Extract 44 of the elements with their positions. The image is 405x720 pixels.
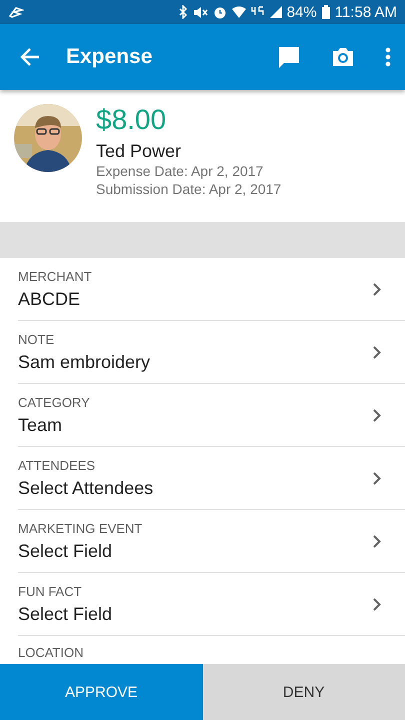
chevron-right-icon [373, 282, 381, 296]
field-row[interactable]: CATEGORY Team [18, 384, 405, 447]
camera-button[interactable] [331, 46, 355, 68]
deny-button[interactable]: DENY [202, 664, 405, 720]
bluetooth-icon [178, 5, 188, 19]
chevron-right-icon [373, 346, 381, 358]
chevron-right-icon [373, 598, 381, 610]
field-value: Select Field [18, 604, 114, 624]
field-value: Select Attendees [18, 478, 154, 498]
screen-title: Expense [66, 45, 154, 69]
submitter-name: Ted Power [96, 141, 182, 162]
field-row[interactable]: FUN FACT Select Field [18, 573, 405, 636]
back-button[interactable] [20, 48, 40, 66]
comment-button[interactable] [277, 45, 301, 69]
field-row[interactable]: MARKETING EVENT Select Field [18, 510, 405, 573]
expense-date: Expense Date: Apr 2, 2017 [96, 162, 264, 180]
field-row[interactable]: ATTENDEES Select Attendees [18, 447, 405, 510]
field-label: NOTE [18, 332, 56, 346]
wifi-icon [232, 6, 246, 18]
field-label: MARKETING EVENT [18, 520, 144, 536]
approve-button[interactable]: APPROVE [0, 664, 202, 720]
chevron-right-icon [373, 534, 381, 548]
field-label: CATEGORY [18, 394, 91, 410]
field-value: Select Field [18, 540, 114, 562]
field-label: FUN FACT [18, 584, 83, 598]
signal-icon [270, 6, 282, 18]
field-row[interactable]: MERCHANT ABCDE [18, 258, 405, 321]
battery-icon [322, 5, 330, 19]
submission-date: Submission Date: Apr 2, 2017 [96, 180, 282, 198]
chevron-right-icon [373, 408, 381, 422]
battery-percentage: 84% [286, 4, 317, 20]
field-value: Sam embroidery [18, 352, 152, 372]
chevron-right-icon [373, 472, 381, 484]
more-menu-button[interactable] [385, 47, 391, 67]
alarm-icon [212, 5, 227, 19]
field-label: LOCATION [18, 645, 84, 660]
expense-amount: $8.00 [96, 104, 168, 136]
clock: 11:58 AM [334, 4, 397, 20]
field-label: MERCHANT [18, 268, 93, 284]
field-label: ATTENDEES [18, 458, 96, 472]
field-value: ABCDE [18, 288, 82, 310]
field-value: Team [18, 414, 64, 436]
mute-icon [192, 6, 208, 18]
field-row[interactable]: NOTE Sam embroidery [18, 321, 405, 384]
